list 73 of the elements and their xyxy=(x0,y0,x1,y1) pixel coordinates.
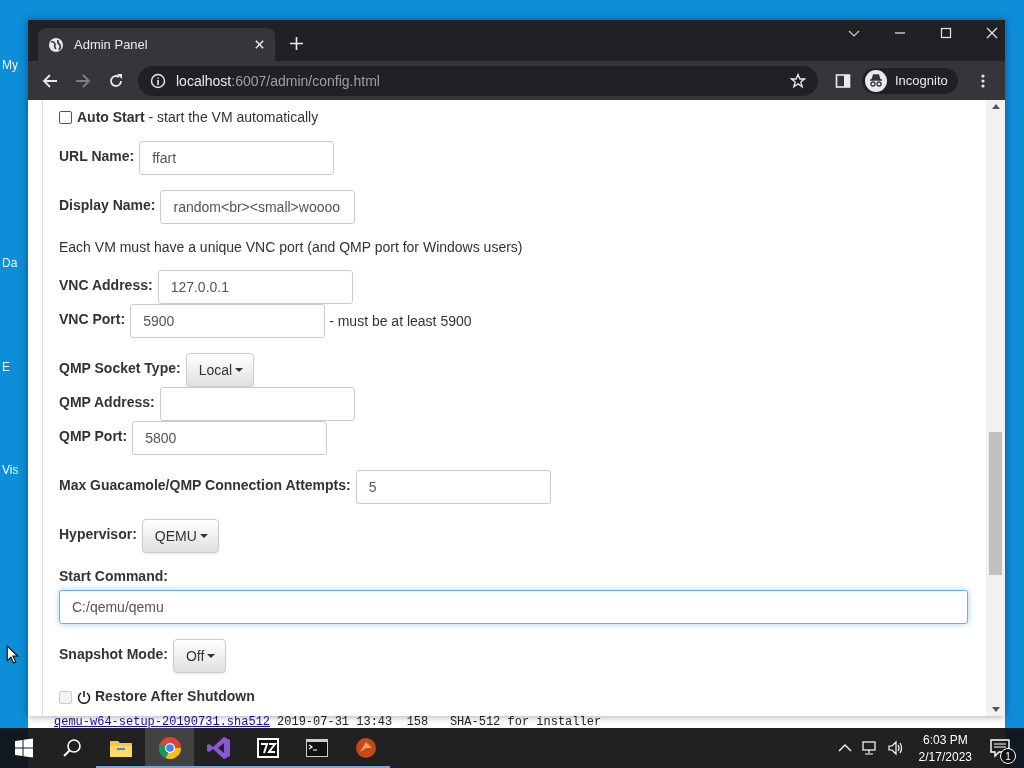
field-label: VNC Address: xyxy=(59,277,153,293)
browser-logo-icon xyxy=(157,736,182,760)
field-label: Snapshot Mode: xyxy=(59,646,168,662)
input-field[interactable]: 5800 xyxy=(132,421,328,455)
dropdown-button[interactable]: Local xyxy=(185,353,255,387)
new-tab-icon[interactable] xyxy=(290,37,303,50)
close-icon[interactable] xyxy=(254,39,265,50)
windows-logo-icon xyxy=(14,738,34,758)
input-field[interactable]: random<br><small>woooo xyxy=(160,190,356,224)
ribbon-logo-icon xyxy=(206,736,231,760)
network-icon[interactable] xyxy=(861,740,878,756)
clock-date[interactable]: 2/17/2023 xyxy=(918,749,972,764)
terminal-icon xyxy=(304,736,329,760)
url-text: localhost:6007/admin/config.html xyxy=(176,72,380,89)
field-label: QMP Port: xyxy=(59,428,128,444)
clock-time[interactable]: 6:03 PM xyxy=(922,732,968,747)
back-arrow-icon[interactable] xyxy=(42,72,58,89)
incognito-badge[interactable]: Incognito xyxy=(862,67,958,94)
field-label: VNC Port: xyxy=(59,311,126,327)
desktop-icon-label[interactable]: Da xyxy=(2,256,19,270)
field-label: Start Command: xyxy=(59,568,168,584)
dropdown-button[interactable]: QEMU xyxy=(141,519,219,553)
power-icon xyxy=(77,690,91,704)
scrollbar-thumb[interactable] xyxy=(989,432,1002,575)
speaker-icon[interactable] xyxy=(887,740,904,756)
info-icon[interactable] xyxy=(150,72,166,89)
close-icon[interactable] xyxy=(986,27,998,39)
scroll-down-icon[interactable] xyxy=(991,707,1000,712)
field-hint: - must be at least 5900 xyxy=(329,313,472,329)
input-field[interactable]: C:/qemu/qemu xyxy=(59,590,968,624)
notification-badge: 1 xyxy=(1000,748,1016,764)
field-label: Hypervisor: xyxy=(59,526,137,542)
scroll-up-icon[interactable] xyxy=(991,104,1000,109)
field-label: URL Name: xyxy=(59,148,135,164)
input-field[interactable]: 5900 xyxy=(130,304,326,338)
archive-app-icon xyxy=(255,736,280,760)
reload-icon[interactable] xyxy=(108,72,124,89)
incognito-icon xyxy=(865,69,887,92)
maximize-icon[interactable] xyxy=(940,27,952,39)
globe-icon xyxy=(48,36,64,53)
dropdown-button[interactable]: Off xyxy=(172,639,227,673)
desktop-icon-label[interactable]: Vis xyxy=(2,463,19,477)
file-details: 2019-07-31 13:43 158 SHA-512 for installer xyxy=(277,717,602,728)
address-bar[interactable]: localhost:6007/admin/config.html xyxy=(138,65,818,96)
field-label: QMP Address: xyxy=(59,394,155,410)
mouse-cursor-icon xyxy=(6,645,19,664)
caret-icon xyxy=(207,654,216,658)
scrollbar[interactable] xyxy=(986,100,1005,716)
field-label: QMP Socket Type: xyxy=(59,360,181,376)
checkbox-label: Restore After Shutdown xyxy=(95,688,255,704)
checkbox[interactable] xyxy=(59,110,72,124)
field-label: Display Name: xyxy=(59,197,156,213)
input-field[interactable]: ffart xyxy=(139,141,335,175)
input-field[interactable]: 127.0.0.1 xyxy=(157,270,353,304)
browser-tab[interactable]: Admin Panel xyxy=(38,28,275,61)
caret-icon xyxy=(199,534,208,538)
desktop-icon-label[interactable]: E xyxy=(2,360,19,374)
desktop-icon-label[interactable]: My xyxy=(2,58,19,72)
file-link[interactable]: qemu-w64-setup-20190731.sha512 xyxy=(54,717,271,728)
info-text: Each VM must have a unique VNC port (and QMP port for Windows users) xyxy=(59,239,524,255)
bird-app-icon xyxy=(353,736,378,760)
side-panel-icon[interactable] xyxy=(835,72,851,89)
tab-title: Admin Panel xyxy=(74,37,149,52)
search-icon xyxy=(62,738,82,758)
input-field[interactable] xyxy=(159,387,355,421)
input-field[interactable]: 5 xyxy=(355,470,551,504)
star-icon[interactable] xyxy=(790,72,806,89)
forward-arrow-icon[interactable] xyxy=(75,72,91,89)
taskbar-app[interactable] xyxy=(145,728,194,768)
notification-icon[interactable] xyxy=(990,738,1010,758)
field-label: Max Guacamole/QMP Connection Attempts: xyxy=(59,477,351,493)
checkbox-label: Auto Start - start the VM automatically xyxy=(77,109,319,125)
caret-icon xyxy=(235,368,244,372)
